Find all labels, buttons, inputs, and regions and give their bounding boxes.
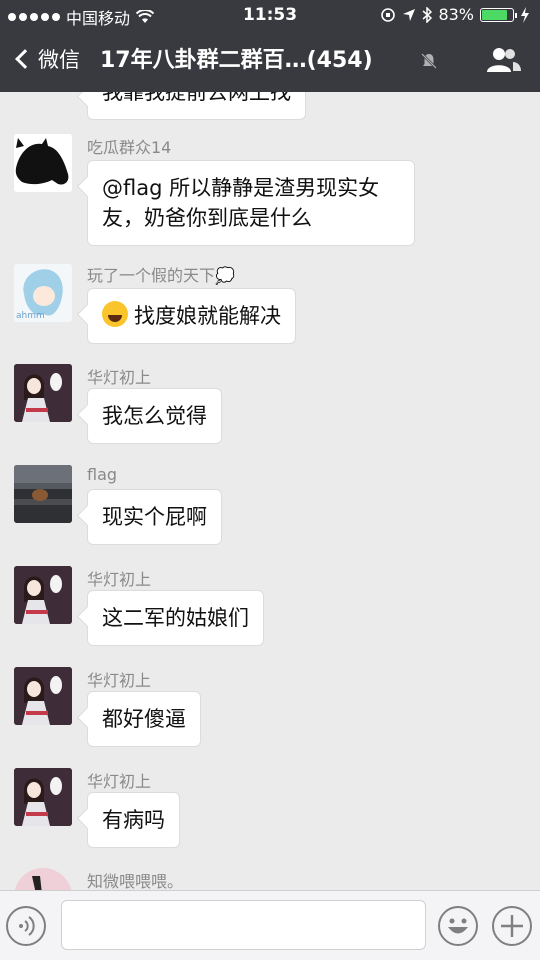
- avatar[interactable]: [14, 868, 72, 890]
- message-text: 这二军的姑娘们: [102, 606, 249, 630]
- message-text: 我怎么觉得: [102, 404, 207, 428]
- message-text: 现实个屁啊: [102, 505, 207, 529]
- smiley-icon: [448, 918, 468, 934]
- rotation-lock-icon: [381, 7, 396, 22]
- message-bubble[interactable]: 都好傻逼: [87, 691, 201, 747]
- avatar[interactable]: [14, 465, 72, 523]
- message-bubble[interactable]: 这二军的姑娘们: [87, 590, 264, 646]
- chat-area[interactable]: 我靠我提前去网上找 吃瓜群众14 @flag 所以静静是渣男现实女友，奶爸你到底…: [0, 92, 540, 890]
- bluetooth-icon: [422, 6, 433, 23]
- avatar[interactable]: [14, 134, 72, 192]
- back-button[interactable]: 微信: [12, 44, 80, 74]
- voice-icon: [19, 916, 35, 936]
- sender-name: 华灯初上: [87, 570, 152, 589]
- emoji-button[interactable]: [438, 906, 478, 946]
- cat-on-stairs-avatar-image: [14, 465, 72, 523]
- kimono-girl-avatar-image: [14, 566, 72, 624]
- message-bubble[interactable]: 我怎么觉得: [87, 388, 222, 444]
- top-bar: 中国移动 11:53 83% 微信 17年八卦群二群百…(454): [0, 0, 540, 92]
- kimono-girl-avatar-image: [14, 667, 72, 725]
- message-input[interactable]: [61, 900, 426, 950]
- battery-icon: [480, 7, 517, 22]
- black-cat-avatar-image: [14, 134, 72, 192]
- group-members-icon[interactable]: [486, 46, 522, 74]
- sender-name: 华灯初上: [87, 671, 152, 690]
- more-options-button[interactable]: [492, 906, 532, 946]
- sender-name: 知微喂喂喂。: [87, 872, 184, 890]
- message-text: 找度娘就能解决: [134, 304, 281, 328]
- status-right: 83%: [380, 5, 530, 24]
- mute-bell-icon: [421, 53, 437, 69]
- message-bubble[interactable]: 找度娘就能解决: [87, 288, 296, 344]
- avatar[interactable]: [14, 768, 72, 826]
- message-bubble[interactable]: @flag 所以静静是渣男现实女友，奶爸你到底是什么: [87, 160, 415, 246]
- battery-fill: [482, 9, 507, 20]
- message-text: 我靠我提前去网上找: [102, 92, 291, 104]
- message-text: 有病吗: [102, 808, 165, 832]
- message-bubble[interactable]: 现实个屁啊: [87, 489, 222, 545]
- avatar[interactable]: [14, 566, 72, 624]
- anime-girl-avatar-image: ahmm: [14, 264, 72, 322]
- avatar[interactable]: [14, 364, 72, 422]
- kimono-girl-avatar-image: [14, 364, 72, 422]
- message-bubble[interactable]: 有病吗: [87, 792, 180, 848]
- nav-bar: 微信 17年八卦群二群百…(454): [0, 38, 540, 84]
- svg-text:ahmm: ahmm: [16, 311, 45, 321]
- sender-name: 玩了一个假的天下💭: [87, 266, 235, 285]
- status-bar: 中国移动 11:53 83%: [0, 0, 540, 30]
- voice-input-button[interactable]: [6, 906, 46, 946]
- chevron-left-icon: [15, 49, 35, 69]
- plus-icon: [501, 915, 523, 937]
- message-bubble[interactable]: 我靠我提前去网上找: [87, 92, 306, 120]
- kimono-girl-avatar-image: [14, 768, 72, 826]
- location-icon: [403, 8, 416, 21]
- sender-name: 华灯初上: [87, 772, 152, 791]
- message-text: 都好傻逼: [102, 707, 186, 731]
- message-text: @flag 所以静静是渣男现实女友，奶爸你到底是什么: [102, 176, 380, 230]
- sender-name: 吃瓜群众14: [87, 138, 172, 157]
- pink-avatar-image: [14, 868, 72, 890]
- battery-percent: 83%: [438, 5, 474, 24]
- avatar[interactable]: [14, 667, 72, 725]
- avatar[interactable]: ahmm: [14, 264, 72, 322]
- sender-name: 华灯初上: [87, 368, 152, 387]
- charging-icon: [521, 6, 529, 23]
- input-toolbar: [0, 890, 540, 960]
- chat-title: 17年八卦群二群百…(454): [100, 48, 373, 73]
- sender-name: flag: [87, 465, 118, 484]
- tears-of-joy-emoji-icon: [102, 301, 128, 327]
- back-label: 微信: [38, 48, 80, 72]
